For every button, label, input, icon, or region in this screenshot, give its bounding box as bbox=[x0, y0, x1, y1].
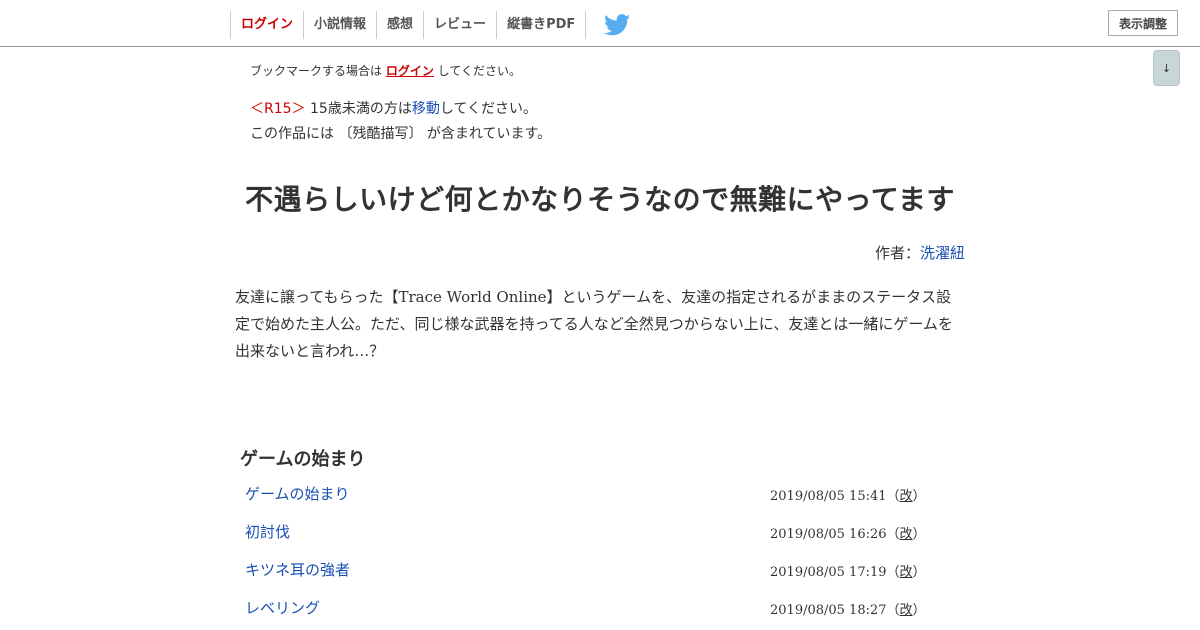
content-warning: この作品には 〔残酷描写〕 が含まれています。 bbox=[250, 126, 552, 142]
author-label: 作者： bbox=[874, 244, 920, 262]
twitter-bird-icon bbox=[604, 14, 631, 36]
revised-link[interactable]: 改 bbox=[900, 527, 913, 542]
nav-impressions-link[interactable]: 感想 bbox=[376, 11, 423, 39]
episode-link[interactable]: 初討伐 bbox=[245, 521, 290, 542]
r15-move-link[interactable]: 移動 bbox=[412, 101, 440, 117]
r15-badge: ＜R15＞ bbox=[250, 101, 306, 117]
episode-row: キツネ耳の強者 2019/08/05 17:19（改） bbox=[0, 550, 1200, 588]
r15-notice-suffix: してください。 bbox=[439, 101, 537, 117]
bookmark-notice-text: ブックマークする場合は bbox=[250, 64, 383, 78]
top-navigation-bar: ログイン 小説情報 感想 レビュー 縦書きPDF 表示調整 bbox=[0, 0, 1200, 47]
episode-date-text: 2019/08/05 15:41 bbox=[770, 489, 887, 504]
episode-date-text: 2019/08/05 18:27 bbox=[770, 603, 887, 618]
nav-review-link[interactable]: レビュー bbox=[423, 11, 496, 39]
revised-link[interactable]: 改 bbox=[900, 489, 913, 504]
episode-date: 2019/08/05 18:27（改） bbox=[770, 599, 926, 618]
episode-row: ゲームの始まり 2019/08/05 15:41（改） bbox=[0, 474, 1200, 512]
revised-open: （ bbox=[886, 527, 900, 542]
r15-notice-text: 15歳未満の方は bbox=[310, 101, 412, 117]
episode-link[interactable]: ゲームの始まり bbox=[245, 483, 350, 504]
scroll-down-button[interactable]: ↓ bbox=[1153, 50, 1180, 86]
revised-open: （ bbox=[886, 489, 900, 504]
novel-title: 不遇らしいけど何とかなりそうなので無難にやってます bbox=[245, 183, 955, 216]
episode-list: ゲームの始まり 2019/08/05 15:41（改） 初討伐 2019/08/… bbox=[0, 474, 1200, 626]
episode-date-text: 2019/08/05 17:19 bbox=[770, 565, 887, 580]
display-settings-button[interactable]: 表示調整 bbox=[1108, 10, 1178, 36]
r15-notice: ＜R15＞ 15歳未満の方は移動してください。 bbox=[250, 98, 537, 118]
episode-date: 2019/08/05 16:26（改） bbox=[770, 523, 926, 542]
nav-vertical-pdf-link[interactable]: 縦書きPDF bbox=[496, 11, 587, 39]
novel-synopsis: 友達に譲ってもらった【Trace World Online】というゲームを、友達… bbox=[235, 288, 953, 360]
episode-link[interactable]: キツネ耳の強者 bbox=[245, 559, 350, 580]
bookmark-notice: ブックマークする場合は ログイン してください。 bbox=[250, 62, 521, 79]
revised-close: ） bbox=[912, 489, 926, 504]
twitter-share-button[interactable] bbox=[586, 11, 648, 39]
episode-row: レベリング 2019/08/05 18:27（改） bbox=[0, 588, 1200, 626]
chapter-title: ゲームの始まり bbox=[240, 449, 366, 470]
episode-date: 2019/08/05 15:41（改） bbox=[770, 485, 926, 504]
nav-menu: ログイン 小説情報 感想 レビュー 縦書きPDF bbox=[230, 11, 648, 39]
revised-open: （ bbox=[886, 603, 900, 618]
nav-login-link[interactable]: ログイン bbox=[230, 11, 303, 39]
bookmark-notice-suffix: してください。 bbox=[437, 64, 521, 78]
episode-date-text: 2019/08/05 16:26 bbox=[770, 527, 887, 542]
revised-close: ） bbox=[912, 527, 926, 542]
episode-row: 初討伐 2019/08/05 16:26（改） bbox=[0, 512, 1200, 550]
nav-novel-info-link[interactable]: 小説情報 bbox=[303, 11, 376, 39]
author-link[interactable]: 洗濯紐 bbox=[920, 244, 965, 262]
revised-close: ） bbox=[912, 603, 926, 618]
revised-close: ） bbox=[912, 565, 926, 580]
author-line: 作者：洗濯紐 bbox=[875, 242, 965, 263]
bookmark-login-link[interactable]: ログイン bbox=[386, 64, 434, 78]
revised-link[interactable]: 改 bbox=[900, 565, 913, 580]
episode-date: 2019/08/05 17:19（改） bbox=[770, 561, 926, 580]
revised-link[interactable]: 改 bbox=[900, 603, 913, 618]
revised-open: （ bbox=[886, 565, 900, 580]
episode-link[interactable]: レベリング bbox=[245, 597, 320, 618]
